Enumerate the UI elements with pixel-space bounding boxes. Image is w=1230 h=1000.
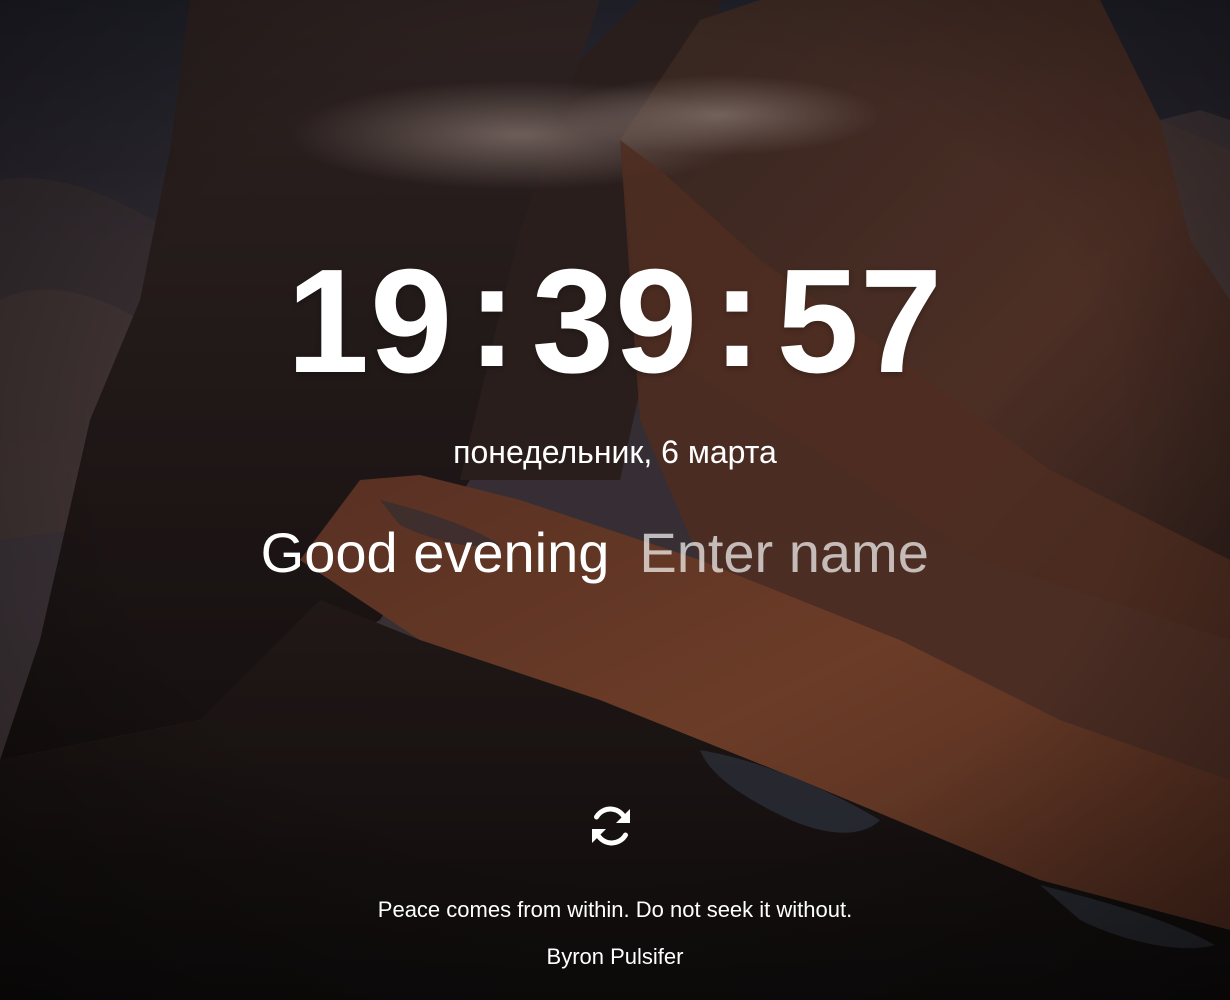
- name-input[interactable]: [639, 520, 970, 586]
- clock-hours: 19: [286, 239, 454, 404]
- clock-minutes: 39: [531, 239, 699, 404]
- clock: 19:39:57: [0, 236, 1230, 404]
- greeting-row: Good evening: [0, 520, 1230, 586]
- quote-author: Byron Pulsifer: [546, 944, 684, 969]
- clock-separator: :: [467, 233, 518, 398]
- refresh-icon: [592, 806, 630, 846]
- quote-text: Peace comes from within. Do not seek it …: [377, 897, 853, 922]
- greeting-text: Good evening: [260, 521, 610, 584]
- date-text: понедельник, 6 марта: [453, 434, 777, 470]
- clock-seconds: 57: [776, 239, 944, 404]
- main-content: 19:39:57 понедельник, 6 марта Good eveni…: [0, 0, 1230, 1000]
- clock-separator: :: [712, 233, 763, 398]
- change-quote-button[interactable]: [586, 801, 636, 851]
